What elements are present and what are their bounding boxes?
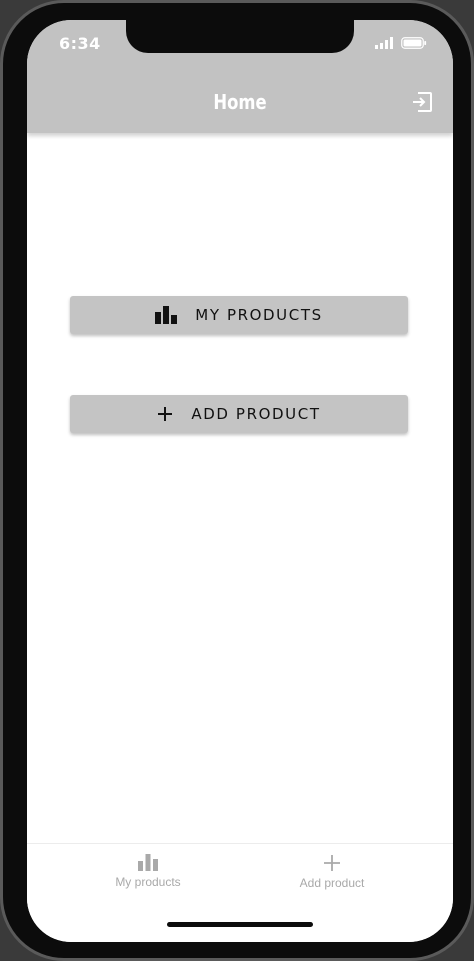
device-frame: 6:34 Home MY PRODUCTS ADD PRODUCT My pro… (0, 0, 474, 961)
my-products-button-label: MY PRODUCTS (195, 306, 323, 324)
add-product-button[interactable]: ADD PRODUCT (70, 395, 408, 433)
device-notch (126, 20, 354, 53)
bottom-tab-bar: My products Add product (27, 843, 453, 942)
app-screen: 6:34 Home MY PRODUCTS ADD PRODUCT My pro… (27, 20, 453, 942)
bar-chart-icon (138, 854, 158, 871)
page-title: Home (213, 90, 267, 114)
status-time: 6:34 (59, 34, 101, 53)
plus-icon (324, 855, 340, 871)
home-indicator (167, 922, 313, 927)
tab-my-products-label: My products (115, 875, 181, 889)
battery-icon (401, 37, 427, 49)
signal-icon (375, 37, 393, 49)
plus-icon (158, 407, 173, 421)
add-product-button-label: ADD PRODUCT (191, 405, 321, 423)
status-icons (375, 37, 427, 49)
logout-button[interactable] (411, 91, 433, 113)
tab-my-products[interactable]: My products (68, 854, 228, 889)
my-products-button[interactable]: MY PRODUCTS (70, 296, 408, 334)
tab-add-product-label: Add product (299, 876, 365, 890)
tab-add-product[interactable]: Add product (252, 854, 412, 890)
logout-icon (413, 92, 432, 112)
bar-chart-icon (155, 306, 178, 324)
